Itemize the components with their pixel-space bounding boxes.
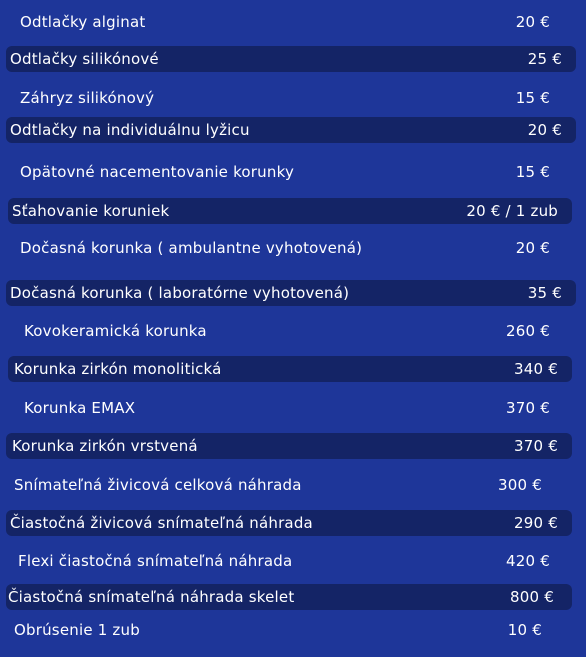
service-price: 20 €	[515, 13, 550, 31]
service-price: 260 €	[506, 322, 550, 340]
price-row: Snímateľná živicová celková náhrada 300 …	[6, 472, 572, 498]
price-row: Korunka zirkón vrstvená 370 €	[6, 433, 572, 459]
service-name: Odtlačky alginat	[20, 13, 146, 31]
price-row: Kovokeramická korunka 260 €	[6, 318, 572, 344]
service-price: 25 €	[527, 50, 562, 68]
service-name: Korunka zirkón vrstvená	[12, 437, 198, 455]
service-price: 15 €	[515, 89, 550, 107]
service-price: 35 €	[527, 284, 562, 302]
service-price: 370 €	[514, 437, 558, 455]
service-price: 420 €	[506, 552, 550, 570]
service-name: Sťahovanie koruniek	[12, 202, 170, 220]
service-name: Obrúsenie 1 zub	[14, 621, 140, 639]
service-name: Odtlačky silikónové	[10, 50, 159, 68]
price-row: Korunka zirkón monolitická 340 €	[8, 356, 572, 382]
service-price: 15 €	[515, 163, 550, 181]
service-price: 340 €	[514, 360, 558, 378]
service-name: Korunka EMAX	[24, 399, 136, 417]
price-row: Dočasná korunka ( laboratórne vyhotovená…	[6, 280, 576, 306]
service-name: Opätovné nacementovanie korunky	[20, 163, 295, 181]
price-row: Čiastočná živicová snímateľná náhrada 29…	[6, 510, 572, 536]
service-name: Čiastočná živicová snímateľná náhrada	[10, 514, 313, 532]
service-price: 20 €	[527, 121, 562, 139]
service-name: Čiastočná snímateľná náhrada skelet	[8, 588, 295, 606]
service-name: Korunka zirkón monolitická	[14, 360, 222, 378]
price-row: Odtlačky na individuálnu lyžicu 20 €	[6, 117, 576, 143]
service-name: Snímateľná živicová celková náhrada	[14, 476, 302, 494]
price-row: Čiastočná snímateľná náhrada skelet 800 …	[6, 584, 572, 610]
service-price: 800 €	[510, 588, 554, 606]
service-name: Kovokeramická korunka	[24, 322, 207, 340]
service-name: Dočasná korunka ( laboratórne vyhotovená…	[10, 284, 350, 302]
service-price: 10 €	[507, 621, 542, 639]
service-name: Záhryz silikónový	[20, 89, 155, 107]
price-row: Sťahovanie koruniek 20 € / 1 zub	[8, 198, 572, 224]
price-row: Obrúsenie 1 zub 10 €	[6, 617, 572, 643]
service-name: Dočasná korunka ( ambulantne vyhotovená)	[20, 239, 363, 257]
price-row: Flexi čiastočná snímateľná náhrada 420 €	[6, 548, 572, 574]
service-name: Flexi čiastočná snímateľná náhrada	[18, 552, 293, 570]
price-row: Odtlačky silikónové 25 €	[6, 46, 576, 72]
price-row: Dočasná korunka ( ambulantne vyhotovená)…	[6, 235, 572, 261]
service-name: Odtlačky na individuálnu lyžicu	[10, 121, 250, 139]
service-price: 370 €	[506, 399, 550, 417]
service-price: 20 €	[515, 239, 550, 257]
service-price: 290 €	[514, 514, 558, 532]
price-row: Korunka EMAX 370 €	[6, 395, 572, 421]
price-row: Opätovné nacementovanie korunky 15 €	[6, 159, 572, 185]
service-price: 300 €	[498, 476, 542, 494]
price-row: Odtlačky alginat 20 €	[6, 9, 572, 35]
price-row: Záhryz silikónový 15 €	[6, 85, 572, 111]
service-price: 20 € / 1 zub	[466, 202, 558, 220]
